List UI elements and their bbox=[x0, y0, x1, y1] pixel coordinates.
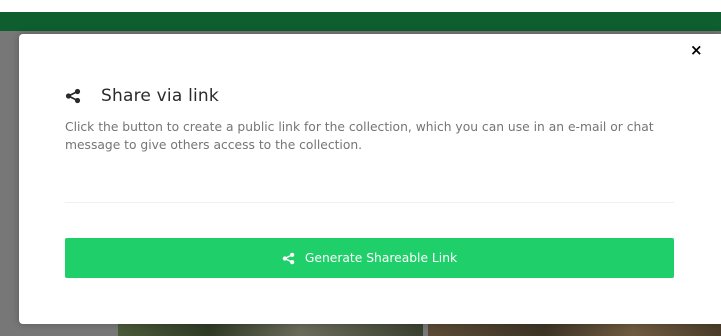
dialog-header: Share via link bbox=[65, 85, 219, 107]
share-icon bbox=[282, 252, 295, 264]
share-icon bbox=[65, 88, 81, 104]
app-header-bar bbox=[0, 12, 721, 31]
generate-shareable-link-button[interactable]: Generate Shareable Link bbox=[65, 238, 674, 278]
top-strip bbox=[0, 0, 721, 12]
dialog-title: Share via link bbox=[101, 86, 219, 106]
divider bbox=[65, 202, 674, 203]
background-photo bbox=[428, 322, 721, 336]
dialog-description: Click the button to create a public link… bbox=[65, 120, 654, 152]
close-icon[interactable]: × bbox=[690, 41, 703, 59]
page: × Share via link Click the button to cre… bbox=[0, 0, 721, 336]
background-photo bbox=[118, 322, 423, 336]
generate-button-label: Generate Shareable Link bbox=[304, 251, 458, 265]
share-dialog: × Share via link Click the button to cre… bbox=[19, 34, 721, 324]
close-button[interactable]: × bbox=[690, 41, 703, 59]
